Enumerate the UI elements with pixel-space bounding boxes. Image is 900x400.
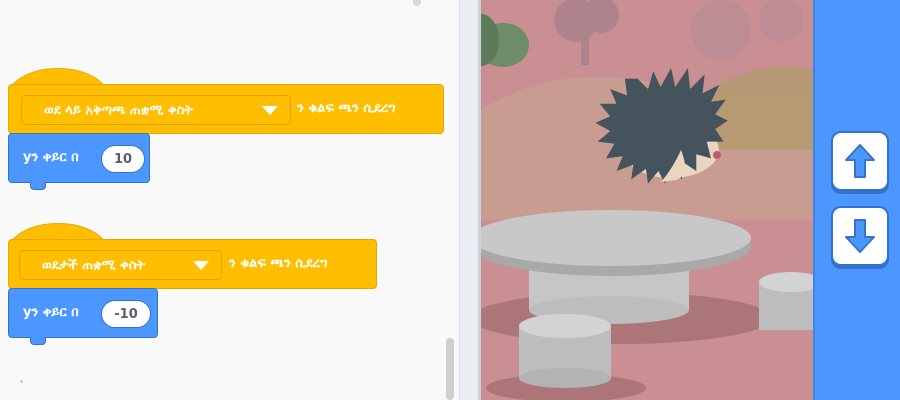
block-notch: [30, 182, 46, 190]
horizontal-scrollbar[interactable]: [413, 0, 421, 6]
key-dropdown-up[interactable]: ወደ ላይ አቅጣጫ ጠቋሚ ቀስት: [21, 95, 291, 125]
arrow-up-icon: [845, 144, 875, 178]
key-dropdown-down[interactable]: ወደታች ጠቋሚ ቀስት: [19, 250, 222, 280]
down-arrow-button[interactable]: [831, 206, 889, 266]
control-panel: [813, 0, 900, 400]
hat-block-suffix-down: ን ቁልፍ ጫን ሲደረግ: [229, 256, 328, 271]
block-notch: [30, 337, 46, 345]
when-key-pressed-block-down[interactable]: ወደታች ጠቋሚ ቀስት ን ቁልፍ ጫን ሲደረግ: [8, 239, 377, 289]
dropdown-caret-icon: [260, 103, 280, 117]
when-key-pressed-block-up[interactable]: ወደ ላይ አቅጣጫ ጠቋሚ ቀስት ን ቁልፍ ጫን ሲደረግ: [8, 84, 444, 134]
vertical-scrollbar[interactable]: [446, 338, 454, 400]
code-area-dot: [20, 380, 23, 383]
up-arrow-button[interactable]: [831, 131, 889, 191]
change-y-block-down[interactable]: yን ቀይር በ -10: [8, 288, 158, 338]
arrow-down-icon: [845, 219, 875, 253]
change-y-label-down: yን ቀይር በ: [23, 305, 79, 320]
stage-divider: [459, 0, 481, 400]
change-y-value-down[interactable]: -10: [101, 300, 151, 328]
change-y-label-up: yን ቀይር በ: [23, 150, 79, 165]
code-area[interactable]: ወደ ላይ አቅጣጫ ጠቋሚ ቀስት ን ቁልፍ ጫን ሲደረግ yን ቀይር …: [0, 0, 460, 400]
stage[interactable]: [481, 0, 813, 400]
hat-block-suffix-up: ን ቁልፍ ጫን ሲደረግ: [297, 101, 396, 116]
dropdown-caret-icon: [191, 258, 211, 272]
change-y-block-up[interactable]: yን ቀይር በ 10: [8, 133, 150, 183]
change-y-value-up[interactable]: 10: [101, 145, 145, 173]
key-dropdown-up-value: ወደ ላይ አቅጣጫ ጠቋሚ ቀስት: [44, 102, 194, 118]
stage-scene: [481, 0, 813, 400]
key-dropdown-down-value: ወደታች ጠቋሚ ቀስት: [42, 257, 146, 273]
